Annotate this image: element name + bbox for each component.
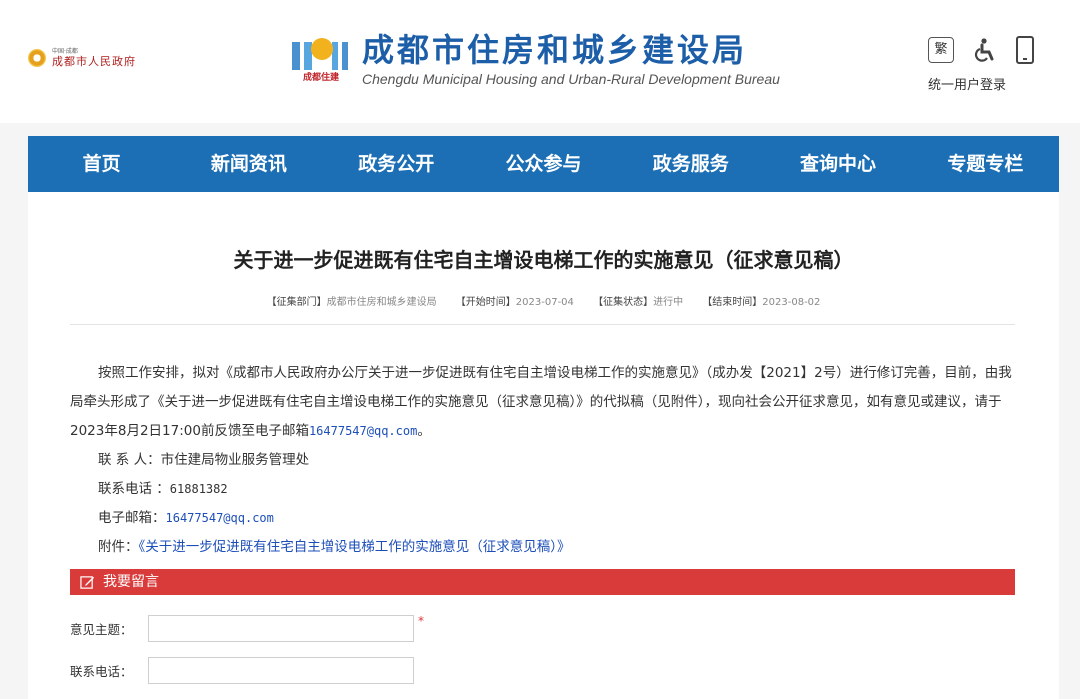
- meta-start-value: 2023-07-04: [515, 297, 574, 308]
- traditional-chinese-toggle-icon[interactable]: 繁: [928, 37, 954, 63]
- meta-dept-label: 【征集部门】: [266, 297, 327, 308]
- nav-item-public-participation[interactable]: 公众参与: [470, 136, 617, 192]
- meta-status-label: 【征集状态】: [593, 297, 654, 308]
- attachment-label: 附件：: [98, 539, 139, 555]
- edit-icon: [80, 575, 95, 589]
- title-divider: [70, 324, 1015, 325]
- subject-row: 意见主题： *: [70, 614, 670, 642]
- chengdu-government-logo[interactable]: 中国·成都 成都市人民政府: [28, 48, 136, 68]
- article-meta: 【征集部门】成都市住房和城乡建设局 【开始时间】2023-07-04 【征集状态…: [28, 293, 1059, 308]
- nav-item-query-center[interactable]: 查询中心: [764, 136, 911, 192]
- gov-logo-small-text: 中国·成都: [52, 48, 78, 55]
- bureau-subtitle: Chengdu Municipal Housing and Urban-Rura…: [362, 71, 780, 87]
- phone-line: 联系电话 ：61881382: [70, 475, 1015, 504]
- header-tools: 繁 统一用户登录: [928, 36, 1038, 93]
- attachment-link[interactable]: 《关于进一步促进既有住宅自主增设电梯工作的实施意见（征求意见稿）》: [139, 539, 571, 555]
- email-label: 电子邮箱：: [98, 510, 166, 526]
- contact-phone-label: 联系电话：: [70, 663, 133, 679]
- article-body: 按照工作安排，拟对《成都市人民政府办公厅关于进一步促进既有住宅自主增设电梯工作的…: [70, 359, 1015, 562]
- contact-phone-row: 联系电话：: [70, 656, 670, 684]
- leave-message-bar: 我要留言: [70, 569, 1015, 595]
- bureau-title: 成都市住房和城乡建设局: [362, 31, 748, 69]
- email-value-link[interactable]: 16477547@qq.com: [166, 511, 274, 525]
- meta-status-value: 进行中: [653, 297, 684, 308]
- nav-item-home[interactable]: 首页: [28, 136, 175, 192]
- nav-item-news[interactable]: 新闻资讯: [175, 136, 322, 192]
- bureau-logo: 成都住建: [290, 32, 352, 88]
- unified-login-link[interactable]: 统一用户登录: [928, 74, 1038, 93]
- contact-line: 联 系 人：市住建局物业服务管理处: [70, 446, 1015, 475]
- subject-input[interactable]: [148, 614, 414, 642]
- mobile-phone-icon[interactable]: [1016, 36, 1034, 64]
- attachment-line: 附件：《关于进一步促进既有住宅自主增设电梯工作的实施意见（征求意见稿）》: [70, 533, 1015, 562]
- email-line: 电子邮箱：16477547@qq.com: [70, 504, 1015, 533]
- phone-value: 61881382: [169, 482, 228, 496]
- contact-label: 联 系 人：: [98, 452, 161, 468]
- leave-message-title: 我要留言: [103, 574, 159, 590]
- main-navigation: 首页 新闻资讯 政务公开 公众参与 政务服务 查询中心 专题专栏: [28, 136, 1059, 192]
- sun-icon: [311, 38, 333, 60]
- phone-label: 联系电话 ：: [98, 481, 170, 497]
- required-mark: *: [418, 614, 424, 628]
- nav-item-gov-affairs[interactable]: 政务公开: [323, 136, 470, 192]
- article-content: 关于进一步促进既有住宅自主增设电梯工作的实施意见（征求意见稿） 【征集部门】成都…: [28, 192, 1059, 699]
- bureau-logo-label: 成都住建: [294, 72, 348, 85]
- meta-start-label: 【开始时间】: [455, 297, 516, 308]
- contact-phone-input[interactable]: [148, 656, 414, 684]
- article-paragraph: 按照工作安排，拟对《成都市人民政府办公厅关于进一步促进既有住宅自主增设电梯工作的…: [70, 365, 1012, 439]
- meta-end-label: 【结束时间】: [702, 297, 763, 308]
- feedback-email-link[interactable]: 16477547@qq.com: [309, 424, 417, 438]
- subject-label: 意见主题：: [70, 621, 133, 637]
- meta-dept-value: 成都市住房和城乡建设局: [326, 297, 437, 308]
- site-header: 中国·成都 成都市人民政府 成都住建 成都市住房和城乡建设局 Chengdu M…: [0, 0, 1080, 123]
- meta-end-value: 2023-08-02: [762, 297, 821, 308]
- gov-logo-name: 成都市人民政府: [52, 55, 136, 68]
- accessibility-icon[interactable]: [972, 37, 998, 63]
- contact-value: 市住建局物业服务管理处: [160, 452, 310, 468]
- nav-item-special-topics[interactable]: 专题专栏: [912, 136, 1059, 192]
- article-title: 关于进一步促进既有住宅自主增设电梯工作的实施意见（征求意见稿）: [233, 248, 854, 272]
- nav-item-gov-services[interactable]: 政务服务: [617, 136, 764, 192]
- government-emblem-icon: [28, 49, 46, 67]
- bureau-brand[interactable]: 成都住建 成都市住房和城乡建设局 Chengdu Municipal Housi…: [290, 32, 780, 88]
